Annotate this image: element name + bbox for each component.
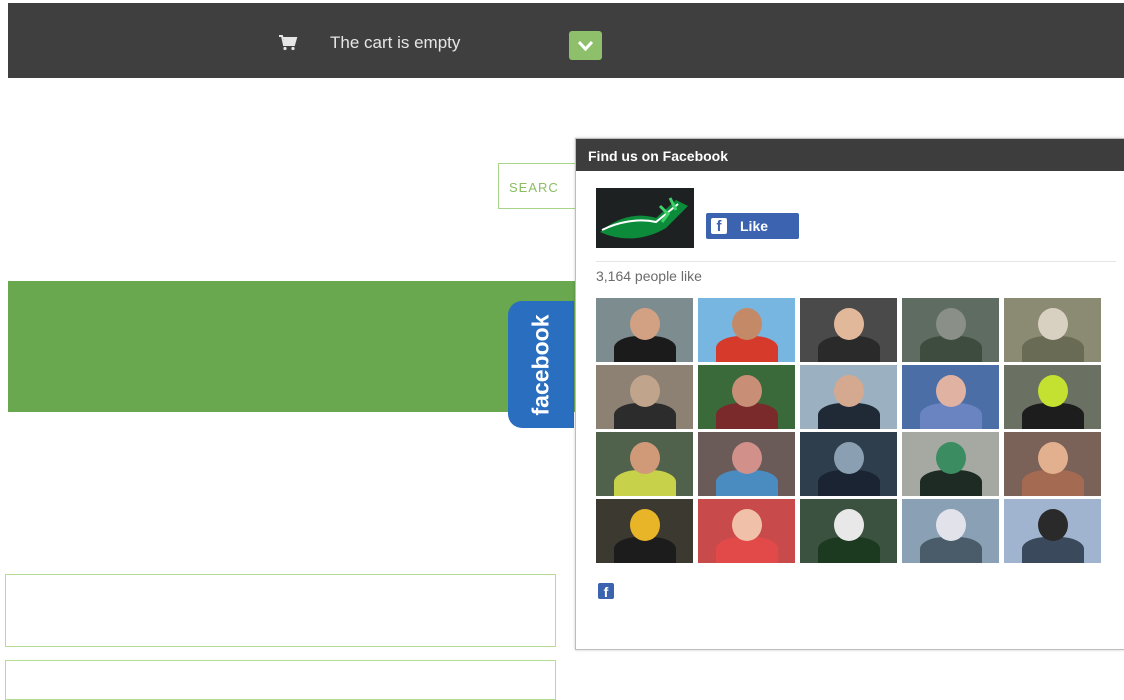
avatar-head bbox=[630, 375, 660, 407]
like-button[interactable]: f Like bbox=[706, 213, 799, 239]
divider bbox=[596, 261, 1116, 262]
fan-avatar[interactable] bbox=[902, 298, 999, 362]
form-field-box[interactable] bbox=[5, 574, 556, 647]
facebook-side-tab[interactable]: facebook bbox=[508, 301, 574, 428]
fan-avatar[interactable] bbox=[596, 365, 693, 429]
avatar-head bbox=[834, 509, 864, 541]
cart-icon bbox=[279, 35, 298, 51]
widget-title: Find us on Facebook bbox=[588, 148, 729, 164]
avatar-head bbox=[834, 375, 864, 407]
avatar-head bbox=[630, 509, 660, 541]
fan-avatar[interactable] bbox=[596, 298, 693, 362]
fan-avatar[interactable] bbox=[698, 499, 795, 563]
avatar-head bbox=[732, 375, 762, 407]
fan-avatar[interactable] bbox=[698, 432, 795, 496]
avatar-head bbox=[1038, 442, 1068, 474]
fan-avatar[interactable] bbox=[800, 499, 897, 563]
fan-avatar[interactable] bbox=[1004, 298, 1101, 362]
fan-avatar[interactable] bbox=[902, 499, 999, 563]
fan-avatar[interactable] bbox=[1004, 432, 1101, 496]
chevron-down-icon bbox=[577, 40, 594, 52]
fan-avatar[interactable] bbox=[698, 365, 795, 429]
avatar-head bbox=[936, 442, 966, 474]
fan-avatar[interactable] bbox=[902, 432, 999, 496]
green-banner bbox=[8, 281, 580, 412]
avatar-head bbox=[1038, 375, 1068, 407]
top-bar: The cart is empty bbox=[8, 3, 1124, 78]
avatar-head bbox=[834, 442, 864, 474]
avatar-head bbox=[732, 442, 762, 474]
avatar-head bbox=[834, 308, 864, 340]
fan-avatar[interactable] bbox=[1004, 365, 1101, 429]
fan-avatar[interactable] bbox=[800, 365, 897, 429]
page-logo-image[interactable] bbox=[596, 188, 694, 248]
like-count-text: 3,164 people like bbox=[596, 268, 702, 284]
avatar-head bbox=[936, 308, 966, 340]
avatar-head bbox=[1038, 308, 1068, 340]
cart-dropdown-toggle[interactable] bbox=[569, 31, 602, 60]
avatar-head bbox=[936, 509, 966, 541]
facebook-tab-label: facebook bbox=[527, 314, 554, 416]
avatar-head bbox=[1038, 509, 1068, 541]
fan-avatar[interactable] bbox=[698, 298, 795, 362]
widget-header: Find us on Facebook bbox=[576, 139, 1124, 171]
avatar-head bbox=[936, 375, 966, 407]
search-label: SEARC bbox=[509, 180, 559, 195]
fan-avatar[interactable] bbox=[800, 298, 897, 362]
avatar-head bbox=[630, 442, 660, 474]
fan-avatar[interactable] bbox=[1004, 499, 1101, 563]
like-label: Like bbox=[740, 218, 769, 234]
avatar-head bbox=[630, 308, 660, 340]
search-button[interactable]: SEARC bbox=[498, 163, 578, 209]
facebook-widget: Find us on Facebook f Like 3,164 people … bbox=[575, 138, 1124, 650]
facebook-f-icon: f bbox=[711, 218, 727, 234]
facebook-f-icon[interactable]: f bbox=[598, 583, 614, 599]
fan-avatar[interactable] bbox=[596, 499, 693, 563]
avatar-head bbox=[732, 308, 762, 340]
avatar-head bbox=[732, 509, 762, 541]
fan-faces-grid bbox=[596, 298, 1106, 564]
cart-status-text[interactable]: The cart is empty bbox=[330, 33, 460, 53]
form-field-box[interactable] bbox=[5, 660, 556, 700]
fan-avatar[interactable] bbox=[902, 365, 999, 429]
fan-avatar[interactable] bbox=[596, 432, 693, 496]
fan-avatar[interactable] bbox=[800, 432, 897, 496]
